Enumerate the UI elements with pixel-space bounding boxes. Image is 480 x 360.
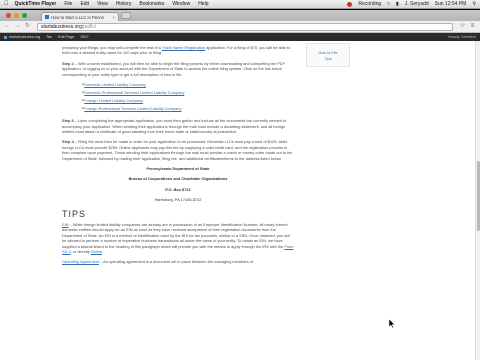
recording-status[interactable]: Recording (358, 1, 381, 7)
address-bar[interactable]: startabusiness.org /pa/llc/ (37, 22, 453, 31)
intro-paragraph: preparing your filings, you may self-com… (62, 45, 291, 56)
browser-menu-icon[interactable]: ≡ (469, 23, 476, 30)
minimize-window-button[interactable] (14, 13, 19, 18)
address-line: Bureau of Corporations and Charitable Or… (128, 176, 228, 182)
battery-icon[interactable]: ▮ (396, 1, 399, 7)
menubar-status-area: Recording ≈ ▮ J. Seryadd Sun 12:54 PM ⚲ (347, 1, 476, 7)
step-2-paragraph: Step 2 – With a name established, you wi… (62, 60, 285, 77)
tip-operating-agreement-paragraph: Operating Agreement – An operating agree… (62, 259, 253, 265)
page-content: How to File Tips preparing your filings,… (0, 41, 480, 360)
url-path: /pa/llc/ (81, 23, 97, 30)
bookmark-item[interactable]: SEO (80, 35, 88, 39)
apple-icon[interactable]:  (4, 1, 9, 7)
window-controls (6, 13, 27, 18)
menu-help[interactable]: Help (198, 1, 208, 7)
back-icon[interactable]: ← (4, 23, 11, 30)
menu-history[interactable]: History (116, 1, 132, 7)
new-tab-button[interactable] (121, 12, 131, 19)
list-item: Domestic Professional Services Limited L… (82, 90, 294, 95)
site-icon (4, 35, 7, 39)
browser-toolbar: ← → ↻ startabusiness.org /pa/llc/ ☆ ≡ (0, 21, 480, 33)
bookmark-star-icon[interactable]: ☆ (459, 23, 466, 30)
bookmarks-bar: startabusiness.org Tax Edit Page SEO How… (0, 33, 480, 41)
wifi-icon[interactable]: ≈ (387, 1, 390, 7)
foreign-pllc-link[interactable]: Foreign Professional Services Limited Li… (84, 106, 181, 111)
menu-window[interactable]: Window (172, 1, 190, 7)
step-3-paragraph: Step 3 – Upon completing the appropriate… (62, 118, 287, 134)
sidebar-link-tips[interactable]: Tips (307, 56, 349, 62)
domestic-pllc-link[interactable]: Domestic Professional Services Limited L… (84, 90, 184, 95)
zoom-window-button[interactable] (22, 13, 27, 18)
tips-heading: TIPS (62, 208, 87, 219)
mailing-address: Pennsylvania Department of State Bureau … (62, 166, 294, 203)
list-item: Foreign Professional Services Limited Li… (82, 106, 294, 111)
close-tab-icon[interactable]: × (113, 15, 115, 20)
address-line: P.O. Box 8722 (165, 186, 191, 192)
favicon-icon (45, 15, 49, 19)
domestic-llc-link[interactable]: Domestic Limited Liability Company (84, 82, 146, 87)
online-link[interactable]: Online (91, 249, 102, 254)
article-body: preparing your filings, you may self-com… (62, 45, 294, 270)
tab-title: How to Start a LLC in Penns (51, 14, 104, 20)
tip-ein-paragraph: EIN – While foreign limited liability co… (62, 222, 294, 255)
list-item: Domestic Limited Liability Company (82, 82, 294, 87)
reload-icon[interactable]: ↻ (24, 23, 31, 30)
foreign-llc-link[interactable]: Foreign Limited Liability Company (84, 98, 143, 103)
menu-edit[interactable]: Edit (80, 1, 89, 7)
spotlight-icon[interactable]: ⚲ (472, 1, 476, 7)
sidebar-nav-box: How to File Tips (306, 43, 350, 67)
list-item: Foreign Limited Liability Company (82, 98, 294, 103)
bookmark-item[interactable]: Tax (46, 35, 52, 39)
address-line: Pennsylvania Department of State (146, 166, 210, 171)
forward-icon[interactable]: → (14, 23, 21, 30)
page-scrollbar[interactable] (475, 41, 480, 360)
mouse-cursor-icon (389, 319, 395, 328)
menu-file[interactable]: File (64, 1, 72, 7)
operating-agreement-link[interactable]: Operating Agreement (62, 259, 99, 264)
menu-bookmarks[interactable]: Bookmarks (139, 1, 164, 7)
url-host: startabusiness.org (41, 23, 82, 30)
recording-icon[interactable] (347, 1, 353, 7)
step-4-paragraph: Step 4 – Filing fee must then be made in… (62, 139, 293, 161)
browser-tab-strip: How to Start a LLC in Penns × (0, 10, 480, 21)
address-line: Harrisburg, PA 17105-8722 (154, 197, 202, 203)
admin-greeting[interactable]: Howdy, Webitect (448, 35, 476, 39)
entity-type-links: Domestic Limited Liability Company Domes… (82, 82, 294, 111)
trade-name-link[interactable]: Trade Name Registration (162, 45, 205, 50)
menu-app-name[interactable]: QuickTime Player (15, 1, 57, 7)
bookmark-item[interactable]: startabusiness.org (4, 35, 40, 39)
user-name[interactable]: J. Seryadd (405, 1, 429, 7)
menu-view[interactable]: View (97, 1, 108, 7)
close-window-button[interactable] (6, 13, 11, 18)
bookmark-item[interactable]: Edit Page (58, 35, 74, 39)
mac-menubar:  QuickTime Player File Edit View Histor… (0, 0, 480, 9)
screen:  QuickTime Player File Edit View Histor… (0, 0, 480, 360)
menubar-clock[interactable]: Sun 12:54 PM (435, 1, 467, 7)
browser-tab-active[interactable]: How to Start a LLC in Penns × (41, 12, 119, 21)
